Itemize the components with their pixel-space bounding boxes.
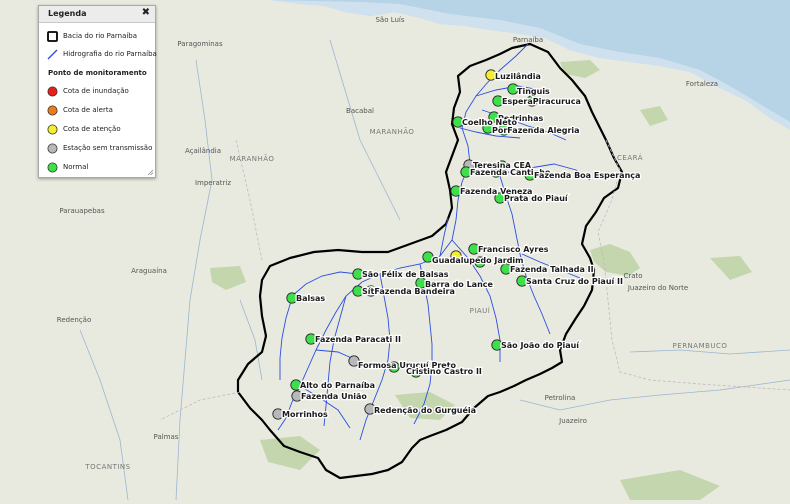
region-label: PERNAMBUCO [673,342,728,350]
place-label: Juazeiro [558,417,587,425]
place-label: Parauapebas [59,207,105,215]
place-label: Fortaleza [686,80,718,88]
place-label: Açailândia [185,147,221,155]
region-label: PIAUÍ [470,306,491,315]
region-label: MARANHÃO [230,154,275,163]
station-label: Fazenda Paracati II [315,335,401,344]
legend-panel[interactable]: Legenda ✖ Bacia do rio Parnaíba Hidrogra… [38,5,157,178]
legend-item: Cota de alerta [47,103,113,117]
station-label: PorFazenda Alegria [492,126,580,135]
station-label: Fazenda Boa Esperança [534,171,640,180]
place-label: Crato [623,272,642,280]
place-label: Parnaíba [513,36,543,44]
station-label: Balsas [296,294,325,303]
station-label: EsperaPiracuruca [502,97,581,106]
status-dot-icon [47,105,58,115]
station-label: Alto do Parnaíba [300,381,375,390]
resize-grip-icon[interactable] [147,169,154,176]
legend-item-label: Cota de atenção [63,125,121,133]
place-label: Juazeiro do Norte [627,284,688,292]
basin-outline-swatch [47,30,58,42]
legend-item-label: Cota de alerta [63,106,113,114]
legend-title: Legenda [48,9,87,18]
legend-basin-label: Bacia do rio Parnaíba [63,32,138,40]
legend-item: Cota de inundação [47,84,129,98]
place-label: São Luís [375,16,404,24]
region-label: MARANHÃO [370,127,415,136]
place-label: Petrolina [545,394,576,402]
legend-item: Cota de atenção [47,122,121,136]
close-icon[interactable]: ✖ [142,7,150,18]
station-label: Santa Cruz do Piauí II [526,277,623,286]
station-label: Francisco Ayres [478,245,549,254]
legend-item-label: Cota de inundação [63,87,129,95]
legend-item-label: Estação sem transmissão [63,144,153,152]
region-label: CEARÁ [617,153,643,162]
legend-section-title: Ponto de monitoramento [48,69,147,77]
station-label: Prata do Piauí [504,194,569,203]
legend-hydro-label: Hidrografia do rio Parnaíba [63,50,157,58]
station-label: Fazenda Talhada II [510,265,594,274]
status-dot-icon [47,86,58,96]
legend-basin-row: Bacia do rio Parnaíba [47,29,137,43]
station-label: Guadalupedo Jardim [432,256,524,265]
region-label: TOCANTINS [84,463,130,471]
station-label: Redenção do Gurguéia [374,405,476,415]
station-label: São João do Piauí [501,341,580,350]
station-label: Fazenda União [301,392,367,401]
legend-item: Estação sem transmissão [47,141,152,155]
station-label: Tinguis [517,87,550,96]
station-label: São Félix de Balsas [362,269,449,279]
station-label: Luzilândia [495,72,541,81]
station-label: SítFazenda Bandeira [362,287,455,296]
status-dot-icon [47,143,58,153]
station-label: Morrinhos [282,410,328,419]
legend-item-label: Normal [63,163,89,171]
place-label: Redenção [57,316,91,324]
legend-header[interactable]: Legenda ✖ [39,6,155,23]
place-label: Bacabal [346,107,374,115]
place-label: Palmas [154,433,179,441]
status-dot-icon [47,124,58,134]
place-label: Paragominas [177,40,223,48]
place-label: Araguaína [131,267,167,275]
legend-hydro-row: Hidrografia do rio Parnaíba [47,47,157,61]
place-label: Imperatriz [195,179,231,187]
river-line-swatch [47,49,58,59]
legend-item: Normal [47,160,88,174]
status-dot-icon [47,162,58,172]
station-label: Cristino Castro II [406,367,482,376]
